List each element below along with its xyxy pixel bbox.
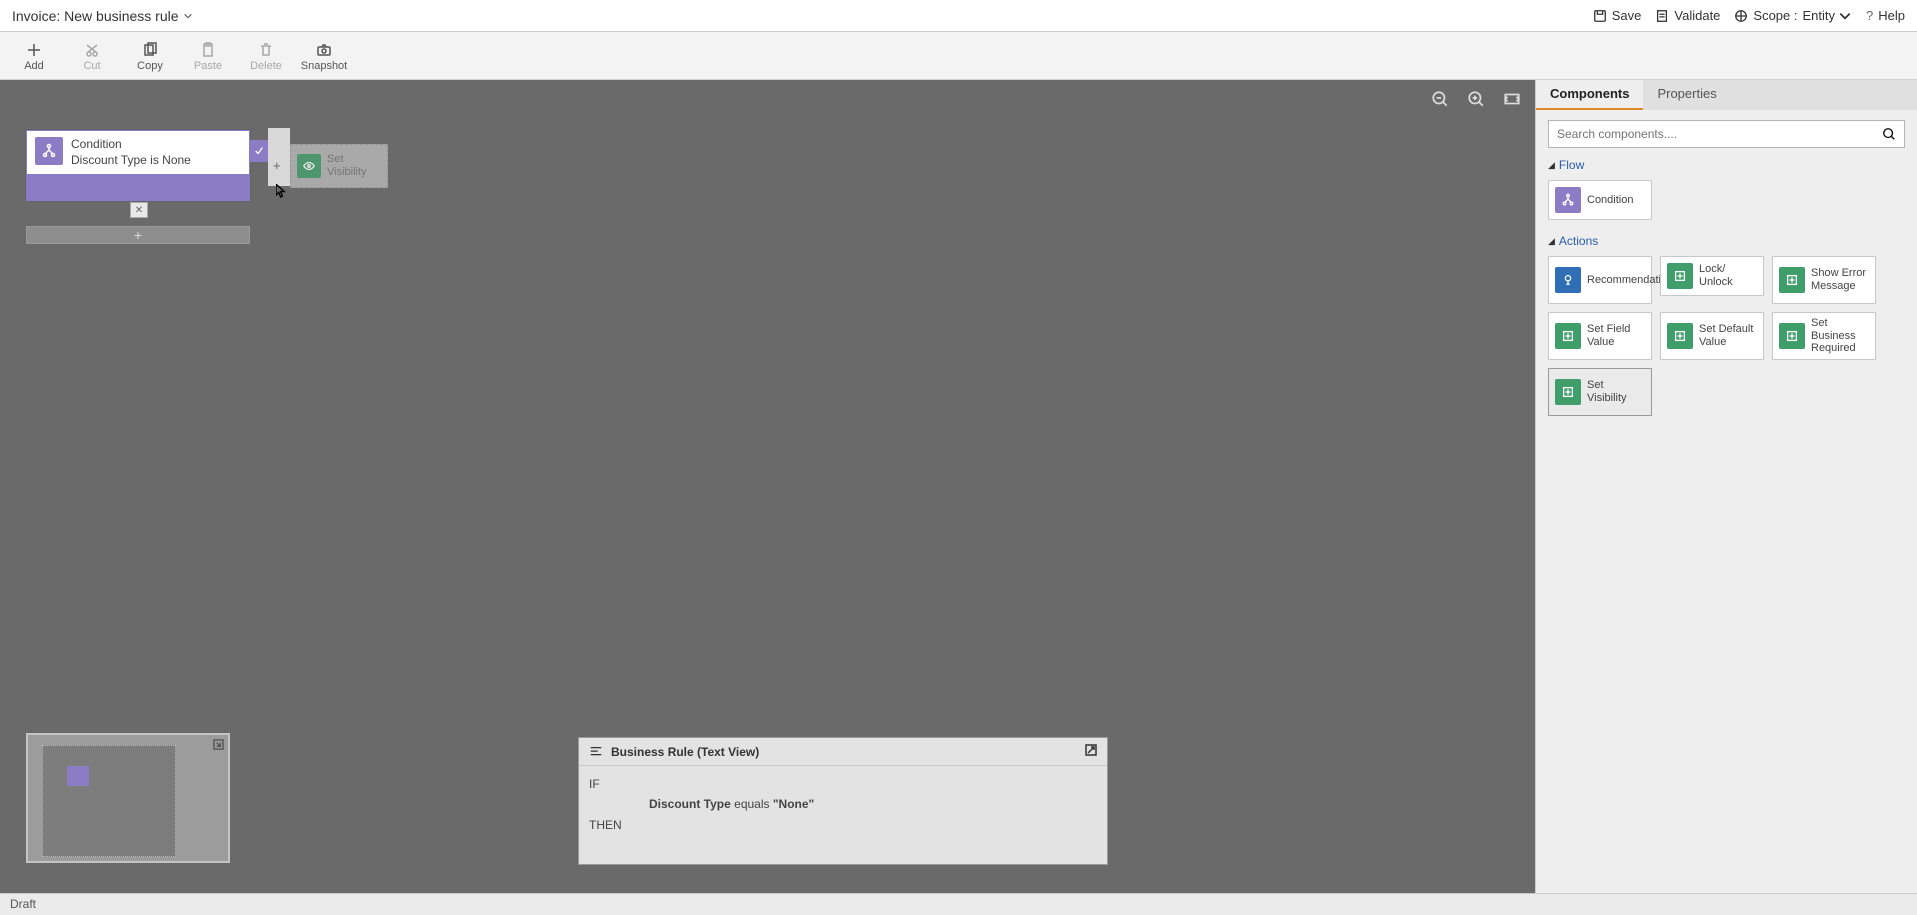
condition-subtitle: Discount Type is None: [71, 153, 191, 169]
search-icon: [1882, 127, 1896, 141]
component-label: Set Business Required: [1811, 317, 1869, 355]
chevron-down-icon[interactable]: [183, 11, 193, 21]
set-field-value-icon: [1555, 323, 1581, 349]
component-set-field-value[interactable]: Set Field Value: [1548, 312, 1652, 360]
add-below-slot[interactable]: +: [26, 226, 250, 244]
section-flow[interactable]: ◢Flow: [1536, 154, 1917, 178]
page-title[interactable]: Invoice: New business rule: [12, 8, 179, 24]
condition-footer-bar: [27, 174, 249, 200]
paste-button[interactable]: Paste: [184, 36, 232, 78]
component-label: Show Error Message: [1811, 267, 1869, 292]
copy-button[interactable]: Copy: [126, 36, 174, 78]
minimap[interactable]: [26, 733, 230, 863]
textview-expand-icon[interactable]: [1085, 744, 1097, 759]
drag-ghost-set-visibility: Set Visibility: [290, 144, 388, 188]
set-business-required-icon: [1779, 323, 1805, 349]
snapshot-button[interactable]: Snapshot: [300, 36, 348, 78]
condition-icon: [1555, 187, 1581, 213]
condition-node[interactable]: Condition Discount Type is None: [26, 130, 250, 201]
lock-unlock-icon: [1667, 263, 1693, 289]
canvas[interactable]: Condition Discount Type is None ✕ + + Se…: [0, 80, 1535, 893]
component-lock-unlock[interactable]: Lock/ Unlock: [1660, 256, 1764, 296]
delete-button[interactable]: Delete: [242, 36, 290, 78]
component-label: Set Field Value: [1587, 323, 1645, 348]
false-branch-handle[interactable]: ✕: [130, 202, 148, 218]
component-set-business-required[interactable]: Set Business Required: [1772, 312, 1876, 360]
minimap-node: [67, 766, 89, 786]
component-recommendation[interactable]: Recommendation: [1548, 256, 1652, 304]
component-set-visibility[interactable]: Set Visibility: [1548, 368, 1652, 416]
show-error-message-icon: [1779, 267, 1805, 293]
search-input[interactable]: [1557, 127, 1862, 141]
minimap-expand-icon[interactable]: [213, 739, 224, 753]
component-label: Lock/ Unlock: [1699, 263, 1733, 288]
help-button[interactable]: ? Help: [1866, 8, 1905, 23]
set-default-value-icon: [1667, 323, 1693, 349]
component-set-default-value[interactable]: Set Default Value: [1660, 312, 1764, 360]
textview-if: IF: [589, 774, 1097, 794]
fit-screen-icon[interactable]: [1503, 90, 1521, 108]
set-visibility-icon: [1555, 379, 1581, 405]
condition-icon: [35, 137, 63, 165]
section-actions[interactable]: ◢Actions: [1536, 230, 1917, 254]
cursor-icon: [276, 184, 287, 202]
visibility-icon: [297, 154, 321, 178]
component-condition[interactable]: Condition: [1548, 180, 1652, 220]
scope-selector[interactable]: Scope : Entity: [1734, 8, 1852, 23]
component-label: Set Visibility: [1587, 379, 1645, 404]
text-view-panel: Business Rule (Text View) IF Discount Ty…: [578, 737, 1108, 865]
zoom-out-icon[interactable]: [1431, 90, 1449, 108]
save-button[interactable]: Save: [1593, 8, 1642, 23]
drop-zone[interactable]: [268, 128, 290, 186]
drop-plus-icon: +: [273, 158, 281, 173]
textview-icon: [589, 745, 603, 759]
add-button[interactable]: Add: [10, 36, 58, 78]
validate-button[interactable]: Validate: [1655, 8, 1720, 23]
tab-components[interactable]: Components: [1536, 80, 1643, 110]
true-branch-handle[interactable]: [250, 140, 268, 162]
textview-title: Business Rule (Text View): [611, 745, 759, 759]
status-bar: Draft: [0, 893, 1917, 915]
cut-button[interactable]: Cut: [68, 36, 116, 78]
condition-title: Condition: [71, 137, 191, 153]
search-components[interactable]: [1548, 120, 1905, 148]
recommendation-icon: [1555, 267, 1581, 293]
textview-clause: Discount Type equals "None": [589, 794, 1097, 814]
header-bar: Invoice: New business rule Save Validate…: [0, 0, 1917, 32]
right-panel: Components Properties ◢Flow Condition ◢A…: [1535, 80, 1917, 893]
component-label: Set Default Value: [1699, 323, 1757, 348]
zoom-in-icon[interactable]: [1467, 90, 1485, 108]
textview-then: THEN: [589, 815, 1097, 835]
minimap-viewport[interactable]: [42, 745, 176, 857]
component-label: Condition: [1587, 194, 1633, 207]
component-show-error-message[interactable]: Show Error Message: [1772, 256, 1876, 304]
tab-properties[interactable]: Properties: [1643, 80, 1730, 110]
toolbar: Add Cut Copy Paste Delete Snapshot: [0, 32, 1917, 80]
